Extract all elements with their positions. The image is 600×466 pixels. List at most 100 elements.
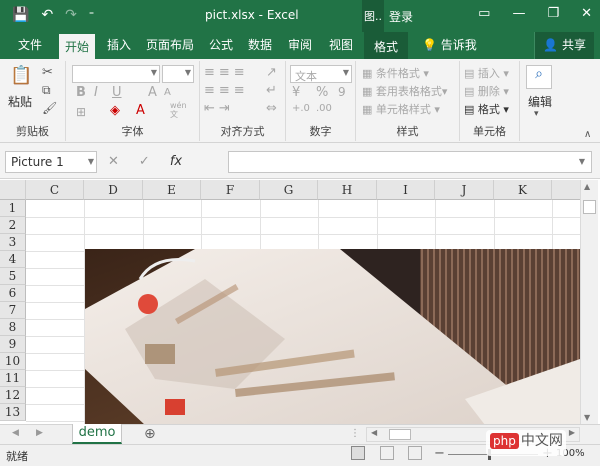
scroll-left-icon[interactable]: ◀	[371, 428, 377, 437]
comma-style-button[interactable]: 9	[338, 85, 346, 99]
format-cells-button[interactable]: ▤ 格式 ▾	[464, 101, 509, 117]
editing-button[interactable]: 编辑	[528, 93, 552, 110]
column-header[interactable]: C	[26, 180, 84, 200]
cut-icon[interactable]: ✂	[42, 65, 53, 80]
fill-color-icon[interactable]: ◈	[110, 103, 120, 118]
tab-formulas[interactable]: 公式	[209, 36, 233, 53]
font-name-combo[interactable]: ▼	[72, 65, 160, 83]
tab-data[interactable]: 数据	[248, 36, 272, 53]
number-format-combo[interactable]: 文本 ▼	[290, 65, 352, 83]
orientation-icon[interactable]: ↗	[266, 65, 277, 80]
row-header[interactable]: 9	[0, 336, 26, 353]
zoom-out-button[interactable]: −	[434, 446, 445, 461]
copy-icon[interactable]: ⧉	[42, 83, 51, 98]
row-header[interactable]: 13	[0, 404, 26, 421]
insert-function-button[interactable]: fx	[170, 154, 182, 169]
column-header[interactable]: H	[318, 180, 377, 200]
font-size-combo[interactable]: ▼	[162, 65, 194, 83]
customize-qat-icon[interactable]: ⁼	[89, 10, 94, 21]
underline-button[interactable]: U	[112, 85, 122, 100]
tab-home[interactable]: 开始	[59, 34, 96, 59]
row-header[interactable]: 12	[0, 387, 26, 404]
paste-icon[interactable]: 📋	[10, 65, 32, 86]
redo-icon[interactable]: ↷	[65, 7, 77, 23]
column-header[interactable]: K	[494, 180, 552, 200]
decrease-decimal-icon[interactable]: .00	[316, 103, 332, 114]
prev-sheet-icon[interactable]: ◀	[12, 428, 19, 438]
wrap-text-icon[interactable]: ↵	[266, 83, 277, 98]
normal-view-icon[interactable]	[351, 446, 365, 460]
currency-icon[interactable]: ¥	[292, 85, 300, 100]
row-header[interactable]: 2	[0, 217, 26, 234]
chevron-down-icon[interactable]: ▾	[534, 109, 539, 119]
scroll-up-icon[interactable]: ▲	[584, 182, 590, 191]
enter-icon[interactable]: ✓	[139, 154, 150, 169]
increase-decimal-icon[interactable]: +.0	[292, 103, 310, 114]
borders-icon[interactable]: ⊞	[76, 105, 86, 119]
tab-split-handle[interactable]: ⋮	[350, 428, 360, 439]
share-button[interactable]: 👤 共享	[534, 32, 594, 59]
insert-cells-button[interactable]: ▤ 插入 ▾	[464, 65, 509, 81]
column-header[interactable]: D	[84, 180, 143, 200]
row-header[interactable]: 3	[0, 234, 26, 251]
search-icon[interactable]: ⌕	[526, 65, 552, 89]
expand-formula-icon[interactable]: ▼	[579, 157, 585, 166]
row-header[interactable]: 5	[0, 268, 26, 285]
column-header[interactable]: I	[377, 180, 435, 200]
delete-cells-button[interactable]: ▤ 删除 ▾	[464, 83, 509, 99]
row-header[interactable]: 11	[0, 370, 26, 387]
tab-insert[interactable]: 插入	[107, 36, 131, 53]
grow-font-button[interactable]: A	[148, 85, 157, 100]
scroll-down-icon[interactable]: ▼	[584, 413, 590, 422]
next-sheet-icon[interactable]: ▶	[36, 428, 43, 438]
indent-icons[interactable]: ⇤⇥	[204, 101, 234, 116]
bold-button[interactable]: B	[76, 85, 86, 100]
minimize-button[interactable]: —	[512, 6, 525, 21]
row-header[interactable]: 6	[0, 285, 26, 302]
format-as-table-button[interactable]: ▦ 套用表格格式▾	[362, 83, 447, 99]
inserted-picture[interactable]	[85, 249, 580, 424]
collapse-ribbon-icon[interactable]: ∧	[584, 129, 591, 140]
column-header[interactable]: E	[143, 180, 201, 200]
phonetic-button[interactable]: wén 文	[170, 101, 187, 119]
hscroll-thumb[interactable]	[389, 429, 411, 440]
ribbon-display-icon[interactable]: ▭	[478, 6, 490, 21]
page-layout-view-icon[interactable]	[380, 446, 394, 460]
row-header[interactable]: 4	[0, 251, 26, 268]
merge-center-icon[interactable]: ⇔	[266, 101, 277, 116]
vertical-align-icons[interactable]: ≡≡≡	[204, 65, 249, 80]
paste-button[interactable]: 粘贴	[8, 93, 32, 110]
tab-page-layout[interactable]: 页面布局	[146, 36, 194, 53]
undo-icon[interactable]: ↶	[41, 7, 53, 23]
tab-file[interactable]: 文件	[18, 36, 42, 53]
format-painter-icon[interactable]: 🖌	[42, 101, 57, 115]
tab-view[interactable]: 视图	[329, 36, 353, 53]
vertical-scrollbar[interactable]: ▲ ▼	[580, 180, 598, 424]
column-header[interactable]: G	[260, 180, 318, 200]
horizontal-align-icons[interactable]: ≡≡≡	[204, 83, 249, 98]
tab-format[interactable]: 格式	[364, 32, 409, 59]
font-color-icon[interactable]: A	[136, 103, 145, 118]
percent-button[interactable]: %	[316, 85, 328, 100]
shrink-font-button[interactable]: A	[164, 87, 171, 98]
conditional-formatting-button[interactable]: ▦ 条件格式 ▾	[362, 65, 429, 81]
close-button[interactable]: ✕	[581, 6, 592, 21]
page-break-view-icon[interactable]	[408, 446, 422, 460]
column-header-partial[interactable]	[552, 180, 580, 200]
row-header[interactable]: 1	[0, 200, 26, 217]
scroll-thumb[interactable]	[583, 200, 596, 214]
scroll-right-icon[interactable]: ▶	[569, 428, 575, 437]
cancel-icon[interactable]: ✕	[108, 154, 119, 169]
tell-me[interactable]: 💡 告诉我	[422, 36, 477, 53]
login-link[interactable]: 登录	[389, 8, 413, 25]
column-header[interactable]: J	[435, 180, 494, 200]
row-header[interactable]: 7	[0, 302, 26, 319]
cell-styles-button[interactable]: ▦ 单元格样式 ▾	[362, 101, 440, 117]
restore-button[interactable]: ❐	[547, 6, 559, 21]
row-header[interactable]: 8	[0, 319, 26, 336]
row-header[interactable]: 10	[0, 353, 26, 370]
save-icon[interactable]: 💾	[12, 7, 29, 23]
sheet-tab-demo[interactable]: demo	[72, 424, 122, 444]
name-box[interactable]: Picture 1 ▼	[5, 151, 97, 173]
column-header[interactable]: F	[201, 180, 260, 200]
